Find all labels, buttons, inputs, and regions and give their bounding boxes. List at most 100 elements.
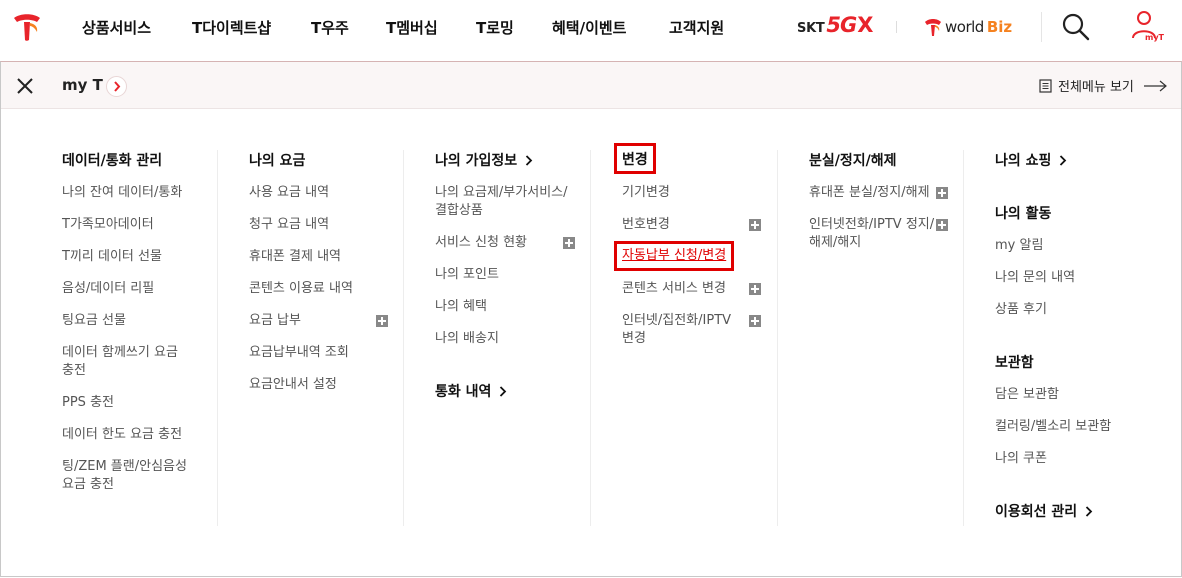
menu-item-device-change[interactable]: 기기변경 <box>622 183 670 203</box>
menu-item-number-change[interactable]: 번호변경 <box>622 215 670 235</box>
menu-item-data-gift[interactable]: T끼리 데이터 선물 <box>62 247 162 267</box>
column-divider <box>403 150 404 526</box>
menu-t-roaming[interactable]: T로밍 <box>476 17 514 38</box>
heading-call-history-label: 통화 내역 <box>435 384 492 400</box>
menu-item-bill-settings[interactable]: 요금안내서 설정 <box>249 375 337 395</box>
menu-item-data-refill[interactable]: 음성/데이터 리필 <box>62 279 154 299</box>
menu-item-internet-iptv-suspend[interactable]: 인터넷전화/IPTV 정지/ <box>809 215 934 235</box>
heading-call-history[interactable]: 통화 내역 <box>435 381 507 401</box>
menu-products-services[interactable]: 상품서비스 <box>82 17 151 38</box>
menu-benefits-events[interactable]: 혜택/이벤트 <box>552 17 626 38</box>
myt-menu-panel: my T 전체메뉴 보기 데이터/통화 관리 나의 잔여 데이터/통화 T가족모… <box>0 61 1182 577</box>
expand-plus-icon[interactable] <box>376 315 388 327</box>
heading-line-management[interactable]: 이용회선 관리 <box>995 501 1093 521</box>
menu-customer-support[interactable]: 고객지원 <box>669 17 724 38</box>
menu-item-internet-phone-iptv[interactable]: 인터넷/집전화/IPTV <box>622 311 731 331</box>
menu-item-ting-gift[interactable]: 팅요금 선물 <box>62 311 126 331</box>
menu-item-usage-fee[interactable]: 사용 요금 내역 <box>249 183 329 203</box>
worldbiz-biz-text: Biz <box>986 18 1013 36</box>
worldbiz-world-text: world <box>945 18 984 36</box>
divider <box>896 21 897 33</box>
heading-line-management-label: 이용회선 관리 <box>995 504 1078 520</box>
expand-plus-icon[interactable] <box>749 283 761 295</box>
heading-lost-suspend-release: 분실/정지/해제 <box>809 153 897 169</box>
menu-item-internet-phone-iptv-line2[interactable]: 변경 <box>622 329 646 349</box>
myt-button[interactable]: myT <box>1130 8 1170 48</box>
arrow-right-icon <box>1143 80 1167 91</box>
menu-item-product-reviews[interactable]: 상품 후기 <box>995 300 1047 320</box>
heading-my-activity: 나의 활동 <box>995 206 1052 222</box>
menu-item-data-limit-charge[interactable]: 데이터 한도 요금 충전 <box>62 425 182 445</box>
close-icon[interactable] <box>15 76 35 96</box>
menu-item-ting-zem-plan[interactable]: 팅/ZEM 플랜/안심음성 <box>62 457 187 477</box>
panel-title[interactable]: my T <box>62 76 103 94</box>
user-icon <box>1132 11 1156 39</box>
menu-t-direct-shop[interactable]: T다이렉트샵 <box>192 17 271 38</box>
expand-plus-icon[interactable] <box>749 315 761 327</box>
heading-my-subscription[interactable]: 나의 가입정보 <box>435 150 533 170</box>
menu-t-universe[interactable]: T우주 <box>311 17 349 38</box>
heading-data-call-management: 데이터/통화 관리 <box>62 153 163 169</box>
worldbiz-logo-icon <box>925 19 941 36</box>
column-divider <box>217 150 218 526</box>
menu-item-billing-fee[interactable]: 청구 요금 내역 <box>249 215 329 235</box>
menu-item-my-plan[interactable]: 나의 요금제/부가서비스/ <box>435 183 568 203</box>
menu-item-internet-iptv-suspend-line2[interactable]: 해제/해지 <box>809 233 861 253</box>
document-icon <box>1039 78 1052 93</box>
heading-my-subscription-label: 나의 가입정보 <box>435 153 518 169</box>
menu-item-content-fee[interactable]: 콘텐츠 이용료 내역 <box>249 279 353 299</box>
menu-item-fee-payment[interactable]: 요금 납부 <box>249 311 301 331</box>
skt-5gx-link[interactable]: SKT 5G X <box>797 13 873 39</box>
chevron-right-icon <box>500 385 507 397</box>
heading-change: 변경 <box>614 143 656 174</box>
expand-plus-icon[interactable] <box>563 237 575 249</box>
menu-item-coloring-ringtone-storage[interactable]: 컬러링/벨소리 보관함 <box>995 417 1111 437</box>
menu-item-phone-lost-suspend[interactable]: 휴대폰 분실/정지/해제 <box>809 183 930 203</box>
heading-storage: 보관함 <box>995 355 1034 371</box>
worldbiz-link[interactable]: world Biz <box>924 15 1012 39</box>
divider <box>1041 12 1042 42</box>
heading-my-shopping-label: 나의 쇼핑 <box>995 153 1052 169</box>
menu-item-my-coupons[interactable]: 나의 쿠폰 <box>995 449 1047 469</box>
menu-item-payment-history[interactable]: 요금납부내역 조회 <box>249 343 349 363</box>
menu-item-data-share-charge-line2[interactable]: 충전 <box>62 361 86 381</box>
menu-item-family-data[interactable]: T가족모아데이터 <box>62 215 154 235</box>
menu-item-my-inquiries[interactable]: 나의 문의 내역 <box>995 268 1075 288</box>
menu-item-ting-zem-plan-line2[interactable]: 요금 충전 <box>62 475 114 495</box>
menu-item-service-request-status[interactable]: 서비스 신청 현황 <box>435 233 527 253</box>
sk-telecom-logo-icon[interactable] <box>10 10 44 44</box>
menu-item-phone-payment[interactable]: 휴대폰 결제 내역 <box>249 247 341 267</box>
menu-item-content-service-change[interactable]: 콘텐츠 서비스 변경 <box>622 279 726 299</box>
menu-item-data-share-charge[interactable]: 데이터 함께쓰기 요금 <box>62 343 178 363</box>
search-icon[interactable] <box>1061 12 1091 42</box>
all-menu-label: 전체메뉴 보기 <box>1058 80 1134 95</box>
column-divider <box>777 150 778 526</box>
menu-item-saved-storage[interactable]: 담은 보관함 <box>995 385 1059 405</box>
chevron-right-icon <box>526 154 533 166</box>
expand-plus-icon[interactable] <box>936 219 948 231</box>
chevron-right-icon <box>1060 154 1067 166</box>
chevron-right-icon <box>1086 505 1093 517</box>
column-divider <box>963 150 964 526</box>
menu-item-autopay-change[interactable]: 자동납부 신청/변경 <box>614 241 735 271</box>
myt-label: myT <box>1145 33 1165 42</box>
heading-my-fee: 나의 요금 <box>249 153 306 169</box>
all-menu-link[interactable]: 전체메뉴 보기 <box>1039 76 1168 95</box>
heading-my-shopping[interactable]: 나의 쇼핑 <box>995 150 1067 170</box>
menu-item-my-benefits[interactable]: 나의 혜택 <box>435 297 487 317</box>
chevron-right-icon[interactable] <box>106 76 127 97</box>
menu-item-remaining-data[interactable]: 나의 잔여 데이터/통화 <box>62 183 182 203</box>
menu-item-my-alerts[interactable]: my 알림 <box>995 236 1043 256</box>
skt-text: SKT <box>797 21 825 36</box>
five-g-text: 5G <box>826 13 857 37</box>
menu-t-membership[interactable]: T멤버십 <box>386 17 438 38</box>
expand-plus-icon[interactable] <box>936 187 948 199</box>
menu-item-pps-charge[interactable]: PPS 충전 <box>62 393 114 413</box>
panel-header: my T 전체메뉴 보기 <box>1 62 1181 109</box>
column-divider <box>590 150 591 526</box>
expand-plus-icon[interactable] <box>749 219 761 231</box>
menu-item-my-points[interactable]: 나의 포인트 <box>435 265 499 285</box>
menu-item-my-plan-line2[interactable]: 결합상품 <box>435 201 483 221</box>
x-text: X <box>857 13 874 37</box>
menu-item-my-address[interactable]: 나의 배송지 <box>435 329 499 349</box>
